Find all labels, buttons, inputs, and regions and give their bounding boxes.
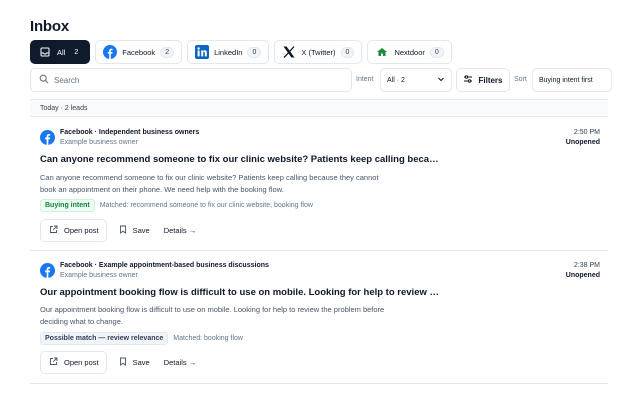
page-title: Inbox bbox=[30, 18, 69, 35]
lead-card[interactable]: Facebook · Example appointment-based bus… bbox=[30, 252, 608, 384]
intent-select[interactable]: All · 2 bbox=[380, 68, 452, 92]
external-link-icon bbox=[49, 357, 58, 368]
search-input[interactable] bbox=[54, 75, 334, 85]
external-link-icon bbox=[49, 225, 58, 236]
intent-badge: Buying intent bbox=[40, 199, 95, 212]
tab-label: X (Twitter) bbox=[301, 47, 336, 57]
lead-time: 2:50 PM bbox=[573, 129, 600, 136]
bookmark-icon bbox=[119, 225, 127, 236]
inbox-icon bbox=[38, 45, 52, 59]
tab-count: 0 bbox=[429, 46, 444, 58]
details-link[interactable]: Details → bbox=[162, 226, 199, 235]
intent-value: All · 2 bbox=[387, 76, 405, 84]
tab-label: Facebook bbox=[122, 47, 156, 57]
tab-all[interactable]: All 2 bbox=[30, 40, 91, 64]
save-button[interactable]: Save bbox=[117, 225, 152, 236]
tab-label: All bbox=[57, 47, 66, 57]
tab-label: Nextdoor bbox=[394, 47, 425, 57]
lead-source: Facebook · Independent business owners bbox=[60, 129, 200, 136]
save-label: Save bbox=[132, 358, 150, 367]
open-post-button[interactable]: Open post bbox=[40, 351, 107, 374]
lead-author: Example business owner bbox=[60, 272, 138, 279]
lead-author: Example business owner bbox=[60, 139, 138, 146]
lead-actions: Open post Save Details → bbox=[40, 219, 198, 242]
matched-keywords: Matched: booking flow bbox=[173, 335, 243, 342]
tab-count: 2 bbox=[160, 46, 175, 58]
tab-nextdoor[interactable]: Nextdoor 0 bbox=[367, 40, 452, 64]
tab-count: 0 bbox=[247, 46, 262, 58]
sort-value: Buying intent first bbox=[539, 76, 593, 84]
details-link[interactable]: Details → bbox=[162, 358, 199, 367]
source-tabs: All 2 Facebook 2 LinkedIn 0 X (Twitter) … bbox=[30, 40, 452, 64]
nextdoor-icon bbox=[375, 45, 389, 59]
open-post-label: Open post bbox=[64, 226, 99, 235]
toolbar: Intent All · 2 Filters Sort Buying inten… bbox=[30, 68, 612, 92]
intent-badge: Possible match — review relevance bbox=[40, 332, 169, 345]
lead-tags: Possible match — review relevance Matche… bbox=[40, 332, 243, 345]
tab-count: 0 bbox=[340, 46, 355, 58]
sort-label: Sort bbox=[514, 76, 527, 83]
lead-body: Can anyone recommend someone to fix our … bbox=[40, 173, 379, 194]
lead-actions: Open post Save Details → bbox=[40, 351, 198, 374]
chevron-down-icon bbox=[437, 75, 445, 85]
tab-linkedin[interactable]: LinkedIn 0 bbox=[187, 40, 270, 64]
facebook-icon bbox=[40, 130, 55, 145]
open-post-button[interactable]: Open post bbox=[40, 219, 107, 242]
tab-label: LinkedIn bbox=[214, 47, 243, 57]
save-button[interactable]: Save bbox=[117, 357, 152, 368]
lead-headline[interactable]: Can anyone recommend someone to fix our … bbox=[40, 154, 440, 165]
lead-headline[interactable]: Our appointment booking flow is difficul… bbox=[40, 287, 440, 298]
matched-keywords: Matched: recommend someone to fix our cl… bbox=[99, 202, 313, 209]
filters-label: Filters bbox=[478, 75, 503, 85]
search-icon bbox=[39, 71, 49, 89]
facebook-icon bbox=[103, 45, 118, 59]
linkedin-icon bbox=[195, 45, 210, 59]
intent-label: Intent bbox=[356, 76, 374, 83]
bookmark-icon bbox=[119, 357, 127, 368]
facebook-icon bbox=[40, 263, 55, 278]
sliders-icon bbox=[463, 74, 473, 86]
filters-button[interactable]: Filters bbox=[456, 68, 510, 92]
x-icon bbox=[282, 45, 296, 59]
lead-status: Unopened bbox=[565, 139, 600, 146]
open-post-label: Open post bbox=[64, 358, 99, 367]
search-box[interactable] bbox=[30, 68, 352, 92]
lead-body: Our appointment booking flow is difficul… bbox=[40, 305, 385, 326]
lead-source: Facebook · Example appointment-based bus… bbox=[60, 262, 269, 269]
tab-count: 2 bbox=[74, 48, 79, 56]
tab-facebook[interactable]: Facebook 2 bbox=[95, 40, 183, 64]
lead-card[interactable]: Facebook · Independent business owners E… bbox=[30, 118, 608, 251]
lead-status: Unopened bbox=[565, 272, 600, 279]
group-header: Today · 2 leads bbox=[30, 99, 608, 117]
tab-x-twitter[interactable]: X (Twitter) 0 bbox=[274, 40, 363, 64]
save-label: Save bbox=[132, 226, 150, 235]
lead-time: 2:38 PM bbox=[573, 262, 600, 269]
sort-select[interactable]: Buying intent first bbox=[532, 68, 612, 92]
lead-tags: Buying intent Matched: recommend someone… bbox=[40, 199, 313, 212]
